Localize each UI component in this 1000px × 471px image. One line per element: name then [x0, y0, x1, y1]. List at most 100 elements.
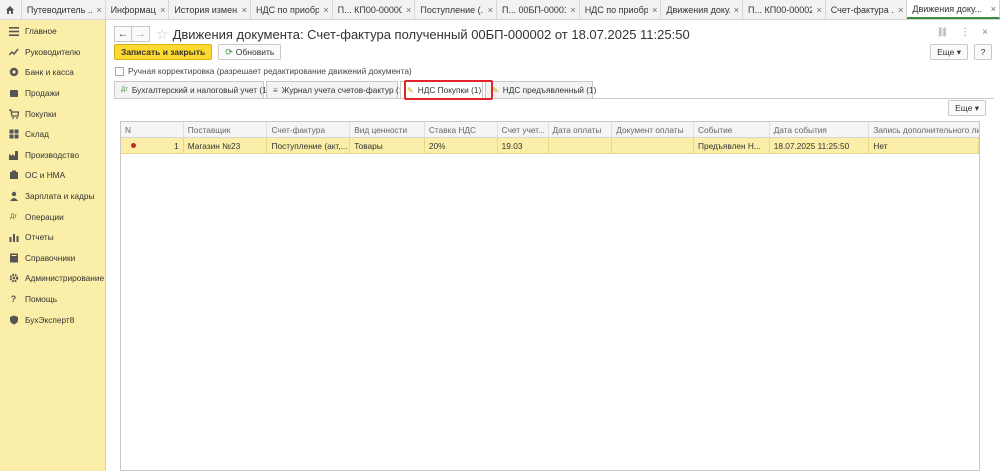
- more-button[interactable]: Еще ▾: [930, 44, 968, 60]
- table-cell[interactable]: 20%: [425, 138, 498, 153]
- main-content: ← → ☆ Движения документа: Счет-фактура п…: [106, 20, 1000, 471]
- column-header[interactable]: Событие: [694, 122, 770, 137]
- favorite-star-icon[interactable]: ☆: [156, 26, 169, 43]
- tab-doc-movements[interactable]: Движения доку... ×: [661, 0, 744, 19]
- table-row[interactable]: 1 Магазин №23 Поступление (акт,... Товар…: [121, 138, 979, 154]
- subtab-label: Бухгалтерский и налоговый учет (1): [131, 85, 270, 95]
- column-header[interactable]: Дата события: [770, 122, 870, 137]
- book-icon: [8, 252, 19, 263]
- home-tab[interactable]: [0, 0, 22, 19]
- tab-guide[interactable]: Путеводитель ... ×: [22, 0, 106, 19]
- record-dot-icon: [131, 143, 136, 148]
- grid-more-button[interactable]: Еще ▾: [948, 100, 986, 116]
- sidebar-item-operations[interactable]: Дт Операции: [0, 206, 105, 227]
- tab-receipt[interactable]: Поступление (... ×: [415, 0, 498, 19]
- sidebar-item-label: Руководителю: [25, 46, 81, 57]
- sidebar-item-help[interactable]: ? Помощь: [0, 289, 105, 310]
- sidebar-item-directories[interactable]: Справочники: [0, 248, 105, 269]
- tab-vat-purchases-2[interactable]: НДС по приобр...×: [580, 0, 662, 19]
- tab-invoice[interactable]: Счет-фактура ... ×: [826, 0, 908, 19]
- sidebar-item-bank[interactable]: Банк и касса: [0, 62, 105, 83]
- sidebar-item-sales[interactable]: Продажи: [0, 83, 105, 104]
- close-icon[interactable]: ×: [816, 5, 821, 15]
- sidebar-item-purchases[interactable]: Покупки: [0, 103, 105, 124]
- close-icon[interactable]: ×: [734, 5, 739, 15]
- tab-label: П... КП00-000023: [748, 4, 813, 15]
- subtab-label: НДС предъявленный (1): [502, 85, 597, 95]
- column-header[interactable]: N: [121, 122, 184, 137]
- sidebar-item-production[interactable]: Производство: [0, 145, 105, 166]
- tab-vat-presented[interactable]: ✎ НДС предъявленный (1): [485, 81, 596, 98]
- column-header[interactable]: Документ оплаты: [612, 122, 694, 137]
- close-icon[interactable]: ×: [652, 5, 657, 15]
- close-icon[interactable]: ×: [406, 5, 411, 15]
- help-button[interactable]: ?: [974, 44, 992, 60]
- table-cell[interactable]: 18.07.2025 11:25:50: [770, 138, 870, 153]
- register-icon: ✎: [492, 85, 499, 95]
- close-icon[interactable]: ×: [488, 5, 493, 15]
- sidebar-item-assets[interactable]: ОС и НМА: [0, 165, 105, 186]
- more-icon[interactable]: ⋮: [960, 27, 970, 38]
- sidebar-item-salary[interactable]: Зарплата и кадры: [0, 186, 105, 207]
- tab-vat-purchases[interactable]: НДС по приобр...×: [251, 0, 333, 19]
- tab-doc-movements-active[interactable]: Движения доку... ×: [907, 0, 1000, 19]
- link-icon[interactable]: ⛓: [937, 27, 948, 38]
- tab-label: Поступление (...: [420, 4, 484, 15]
- tab-00bp-000014[interactable]: П... 00БП-000014 ×: [497, 0, 580, 19]
- sidebar-item-buhexpert[interactable]: БухЭксперт8: [0, 309, 105, 330]
- warehouse-icon: [8, 129, 19, 140]
- tab-kp00-000023[interactable]: П... КП00-000023 ×: [743, 0, 826, 19]
- tab-vat-purchases[interactable]: ✎ НДС Покупки (1): [400, 81, 483, 98]
- close-icon[interactable]: ×: [96, 5, 101, 15]
- table-cell[interactable]: Предъявлен Н...: [694, 138, 770, 153]
- sidebar-item-warehouse[interactable]: Склад: [0, 124, 105, 145]
- sidebar: Главное Руководителю Банк и касса Продаж…: [0, 20, 106, 471]
- back-button[interactable]: ←: [114, 26, 132, 42]
- tab-label: Движения доку...: [666, 4, 730, 15]
- column-header[interactable]: Поставщик: [184, 122, 268, 137]
- table-cell[interactable]: Магазин №23: [184, 138, 268, 153]
- close-icon[interactable]: ×: [160, 5, 165, 15]
- table-cell[interactable]: [612, 138, 694, 153]
- sidebar-item-manager[interactable]: Руководителю: [0, 42, 105, 63]
- table-cell[interactable]: 19.03: [498, 138, 549, 153]
- column-header[interactable]: Дата оплаты: [549, 122, 613, 137]
- forward-button[interactable]: →: [132, 26, 150, 42]
- row-number-cell[interactable]: 1: [121, 138, 184, 153]
- column-header[interactable]: Счет-фактура: [267, 122, 351, 137]
- close-icon[interactable]: ×: [570, 5, 575, 15]
- table-cell[interactable]: Нет: [869, 138, 979, 153]
- tab-label: Счет-фактура ...: [830, 4, 895, 15]
- column-header[interactable]: Вид ценности: [350, 122, 425, 137]
- manual-correction-checkbox[interactable]: [115, 66, 124, 76]
- refresh-button[interactable]: ⟳ Обновить: [218, 44, 282, 60]
- refresh-label: Обновить: [235, 47, 275, 57]
- tab-invoice-journal[interactable]: ≡ Журнал учета счетов-фактур (1): [266, 81, 406, 98]
- column-header[interactable]: Запись дополнительного листа: [869, 122, 979, 137]
- close-icon[interactable]: ×: [991, 4, 996, 14]
- close-icon[interactable]: ×: [982, 27, 988, 38]
- tab-info[interactable]: Информация ×: [106, 0, 170, 19]
- sidebar-item-admin[interactable]: Администрирование: [0, 268, 105, 289]
- table-cell[interactable]: [549, 138, 613, 153]
- sidebar-item-label: ОС и НМА: [25, 170, 66, 181]
- close-icon[interactable]: ×: [323, 5, 328, 15]
- column-header[interactable]: Ставка НДС: [425, 122, 498, 137]
- column-header[interactable]: Счет учет...: [498, 122, 549, 137]
- tab-accounting[interactable]: Дт Бухгалтерский и налоговый учет (1): [114, 81, 269, 98]
- tab-history[interactable]: История измен... ×: [169, 0, 251, 19]
- table-cell[interactable]: Поступление (акт,...: [267, 138, 351, 153]
- close-icon[interactable]: ×: [242, 5, 247, 15]
- sidebar-item-label: Отчеты: [25, 232, 54, 243]
- tab-kp00-000001[interactable]: П... КП00-000001 ×: [333, 0, 416, 19]
- sidebar-item-label: Продажи: [25, 88, 60, 99]
- close-icon[interactable]: ×: [898, 5, 903, 15]
- sidebar-item-reports[interactable]: Отчеты: [0, 227, 105, 248]
- save-close-button[interactable]: Записать и закрыть: [114, 44, 213, 60]
- shield-icon: [8, 314, 19, 325]
- sidebar-item-main[interactable]: Главное: [0, 21, 105, 42]
- toolbar: Записать и закрыть ⟳ Обновить: [114, 44, 282, 60]
- sidebar-item-label: Производство: [25, 149, 80, 160]
- purchases-icon: [8, 108, 19, 119]
- table-cell[interactable]: Товары: [350, 138, 425, 153]
